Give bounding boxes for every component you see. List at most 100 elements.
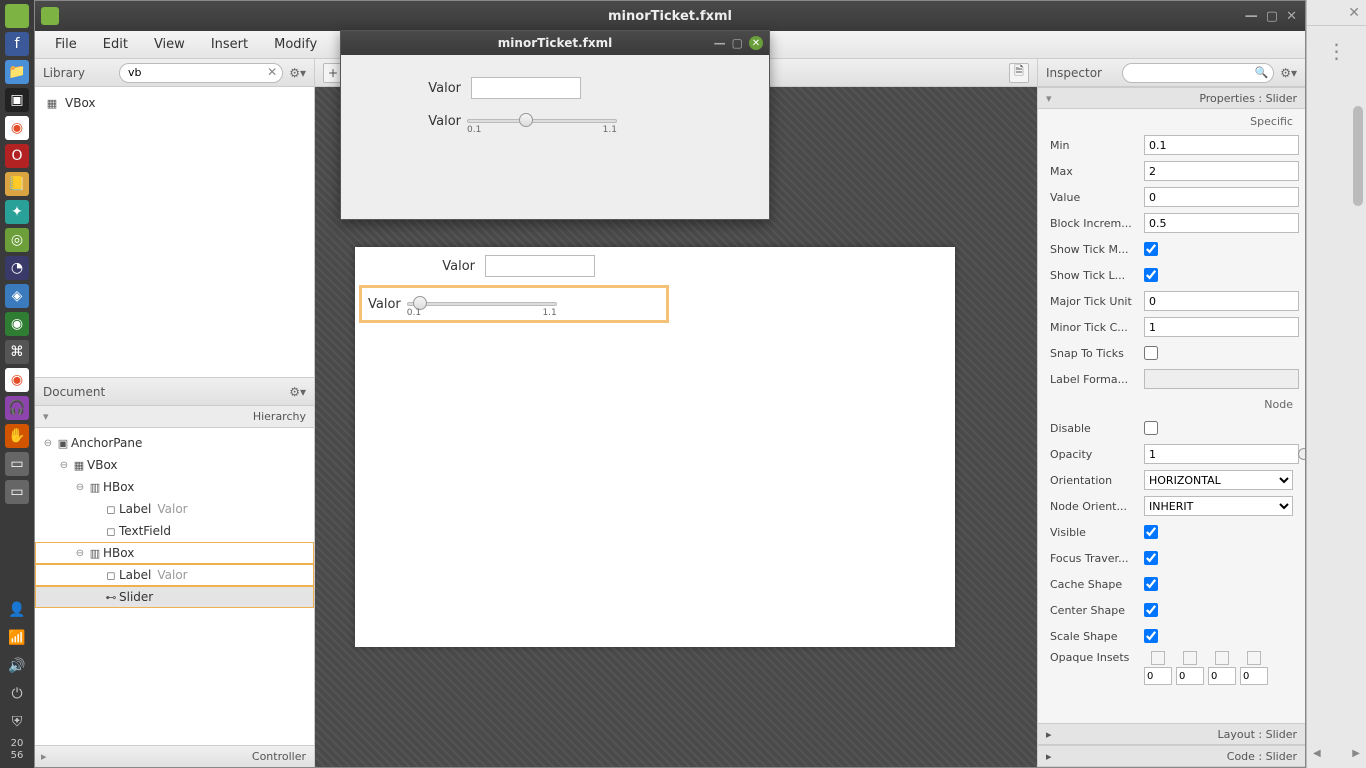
arrow-right-icon[interactable]: ▶ — [1352, 748, 1360, 768]
inset-2[interactable] — [1176, 667, 1204, 685]
notes-icon[interactable]: 📒 — [5, 172, 29, 196]
tree-label2[interactable]: ◻LabelValor — [35, 564, 314, 586]
tool-icon[interactable]: ⌘ — [5, 340, 29, 364]
sphere-icon[interactable]: ◉ — [5, 312, 29, 336]
hand-icon[interactable]: ✋ — [5, 424, 29, 448]
battery-indicator-icon[interactable]: ⏻ — [5, 682, 29, 706]
prop-max-input[interactable] — [1144, 161, 1299, 181]
prop-cache-check[interactable] — [1144, 577, 1158, 591]
arrow-left-icon[interactable]: ◀ — [1313, 748, 1321, 768]
design-surface[interactable]: Valor Valor 0.1 — [355, 247, 955, 647]
menu-edit[interactable]: Edit — [103, 37, 128, 52]
inset-chk-4[interactable] — [1247, 651, 1261, 665]
cube-icon[interactable]: ◈ — [5, 284, 29, 308]
prop-labelfmt: Label Forma... — [1038, 366, 1305, 392]
inspector-search-input[interactable] — [1122, 63, 1274, 83]
prop-center-check[interactable] — [1144, 603, 1158, 617]
opera-icon[interactable]: O — [5, 144, 29, 168]
preview-close-icon[interactable]: ✕ — [749, 36, 763, 50]
prop-opacity-input[interactable] — [1144, 444, 1299, 464]
prop-minortick-input[interactable] — [1144, 317, 1299, 337]
facebook-icon[interactable]: f — [5, 32, 29, 56]
layout-section-bar[interactable]: ▸ Layout : Slider — [1038, 723, 1305, 745]
preview-textfield[interactable] — [471, 77, 581, 99]
eclipse-icon[interactable]: ◔ — [5, 256, 29, 280]
terminal-icon[interactable]: ▣ — [5, 88, 29, 112]
prop-labelfmt-input[interactable] — [1144, 369, 1299, 389]
prop-min-input[interactable] — [1144, 135, 1299, 155]
library-search-input[interactable] — [119, 63, 283, 83]
kebab-icon[interactable]: ⋮ — [1307, 26, 1366, 76]
prop-value-input[interactable] — [1144, 187, 1299, 207]
inset-chk-3[interactable] — [1215, 651, 1229, 665]
chevron-down-icon: ▾ — [43, 410, 49, 423]
tree-hbox2[interactable]: ⊖▥HBox — [35, 542, 314, 564]
inset-chk-1[interactable] — [1151, 651, 1165, 665]
tree-textfield[interactable]: ◻TextField — [35, 520, 314, 542]
files-icon[interactable]: 📁 — [5, 60, 29, 84]
design-textfield[interactable] — [485, 255, 595, 277]
mint-menu-icon[interactable] — [5, 4, 29, 28]
audio-icon[interactable]: 🎧 — [5, 396, 29, 420]
prop-visible-check[interactable] — [1144, 525, 1158, 539]
preview-minimize-icon[interactable]: — — [714, 36, 726, 50]
properties-section-bar[interactable]: ▾ Properties : Slider — [1038, 87, 1305, 109]
user-indicator-icon[interactable]: 👤 — [5, 598, 29, 622]
toolbar-doc-button[interactable]: 🗎 — [1009, 63, 1029, 83]
design-slider[interactable]: 0.1 1.1 — [407, 292, 557, 316]
external-close-icon[interactable]: ✕ — [1348, 5, 1360, 21]
tree-label1[interactable]: ◻LabelValor — [35, 498, 314, 520]
prop-showtickl-check[interactable] — [1144, 268, 1158, 282]
inset-chk-2[interactable] — [1183, 651, 1197, 665]
preview-window[interactable]: minorTicket.fxml — ▢ ✕ Valor Valor 0.1 1… — [340, 30, 770, 220]
app-a-icon[interactable]: ✦ — [5, 200, 29, 224]
hierarchy-bar[interactable]: ▾ Hierarchy — [35, 406, 314, 428]
prop-scale: Scale Shape — [1038, 623, 1305, 649]
wifi-indicator-icon[interactable]: 📶 — [5, 626, 29, 650]
titlebar[interactable]: minorTicket.fxml — ▢ ✕ — [35, 1, 1305, 31]
tree-anchorpane[interactable]: ⊖▣AnchorPane — [35, 432, 314, 454]
minimize-icon[interactable]: — — [1245, 9, 1258, 24]
tree-vbox[interactable]: ⊖▦VBox — [35, 454, 314, 476]
volume-indicator-icon[interactable]: 🔊 — [5, 654, 29, 678]
library-item-vbox[interactable]: ▦ VBox — [35, 93, 314, 113]
task2-icon[interactable]: ▭ — [5, 480, 29, 504]
code-section-bar[interactable]: ▸ Code : Slider — [1038, 745, 1305, 767]
prop-showtickl: Show Tick L... — [1038, 262, 1305, 288]
prop-disable-check[interactable] — [1144, 421, 1158, 435]
tree-hbox1[interactable]: ⊖▥HBox — [35, 476, 314, 498]
prop-scale-check[interactable] — [1144, 629, 1158, 643]
library-gear-icon[interactable]: ⚙▾ — [289, 66, 306, 80]
preview-maximize-icon[interactable]: ▢ — [732, 36, 743, 50]
prop-snap-check[interactable] — [1144, 346, 1158, 360]
clear-search-icon[interactable]: ✕ — [267, 65, 277, 79]
maximize-icon[interactable]: ▢ — [1266, 9, 1278, 24]
prop-showtickm-check[interactable] — [1144, 242, 1158, 256]
chrome2-icon[interactable]: ◉ — [5, 368, 29, 392]
prop-orientation-select[interactable]: HORIZONTAL — [1144, 470, 1293, 490]
preview-titlebar[interactable]: minorTicket.fxml — ▢ ✕ — [341, 31, 769, 55]
document-gear-icon[interactable]: ⚙▾ — [289, 385, 306, 399]
menu-modify[interactable]: Modify — [274, 37, 317, 52]
selection-box[interactable]: Valor 0.1 1.1 — [359, 285, 669, 323]
tree-slider[interactable]: ⊷Slider — [35, 586, 314, 608]
chrome-icon[interactable]: ◉ — [5, 116, 29, 140]
shield-indicator-icon[interactable]: ⛨ — [5, 710, 29, 734]
menu-view[interactable]: View — [154, 37, 185, 52]
menu-insert[interactable]: Insert — [211, 37, 248, 52]
menu-file[interactable]: File — [55, 37, 77, 52]
inspector-gear-icon[interactable]: ⚙▾ — [1280, 66, 1297, 80]
external-scrollbar[interactable] — [1307, 76, 1366, 748]
app-b-icon[interactable]: ◎ — [5, 228, 29, 252]
controller-bar[interactable]: ▸ Controller — [35, 745, 314, 767]
task1-icon[interactable]: ▭ — [5, 452, 29, 476]
preview-slider[interactable]: 0.1 1.1 — [467, 109, 617, 133]
prop-focus-check[interactable] — [1144, 551, 1158, 565]
prop-majortick-input[interactable] — [1144, 291, 1299, 311]
inset-3[interactable] — [1208, 667, 1236, 685]
inset-1[interactable] — [1144, 667, 1172, 685]
prop-blockinc-input[interactable] — [1144, 213, 1299, 233]
inset-4[interactable] — [1240, 667, 1268, 685]
close-icon[interactable]: ✕ — [1286, 9, 1297, 24]
prop-nodeorient-select[interactable]: INHERIT — [1144, 496, 1293, 516]
